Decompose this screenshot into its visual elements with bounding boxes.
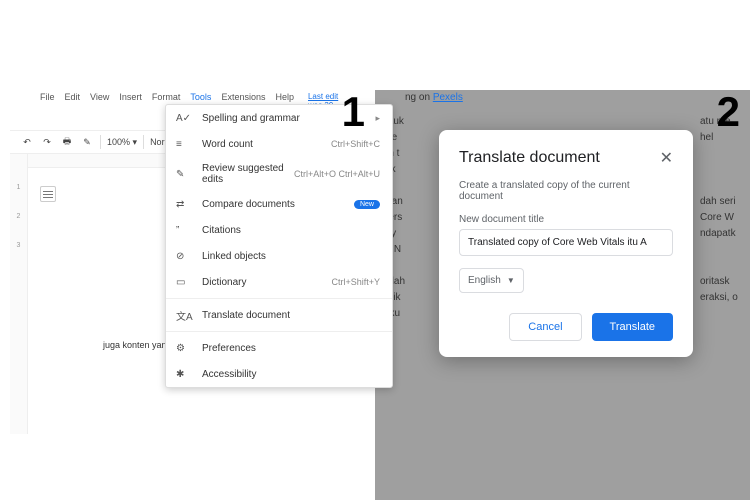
preferences-icon: ⚙	[176, 341, 194, 355]
cancel-button[interactable]: Cancel	[509, 313, 581, 341]
dialog-subtitle: Create a translated copy of the current …	[459, 180, 673, 202]
language-select[interactable]: English ▼	[459, 268, 524, 293]
redo-icon[interactable]: ↷	[40, 135, 54, 149]
shortcut-text: Ctrl+Shift+Y	[331, 277, 380, 287]
input-label: New document title	[459, 214, 673, 225]
pexels-link[interactable]: Pexels	[433, 92, 463, 103]
menu-review-edits[interactable]: ✎ Review suggested edits Ctrl+Alt+O Ctrl…	[166, 157, 392, 191]
chevron-right-icon: ▸	[375, 113, 380, 124]
menu-item-label: Linked objects	[202, 251, 380, 262]
menu-item-label: Preferences	[202, 343, 380, 354]
spellcheck-icon: A✓	[176, 111, 194, 125]
panel-number-2: 2	[717, 88, 740, 136]
menu-item-label: Review suggested edits	[202, 163, 294, 185]
menu-separator	[166, 298, 392, 299]
ruler-tick: 3	[10, 242, 27, 249]
menu-item-label: Accessibility	[202, 369, 380, 380]
ruler-tick: 1	[10, 184, 27, 191]
menu-citations[interactable]: ” Citations	[166, 217, 392, 243]
menu-preferences[interactable]: ⚙ Preferences	[166, 335, 392, 361]
shortcut-text: Ctrl+Shift+C	[331, 139, 380, 149]
menu-item-label: Citations	[202, 225, 380, 236]
toolbar-separator	[143, 135, 144, 149]
docs-app: File Edit View Insert Format Tools Exten…	[10, 90, 375, 500]
dimmed-background: ng on Pexels elakukterseaian tdilak enga…	[375, 90, 750, 500]
chevron-down-icon: ▼	[507, 276, 515, 285]
print-icon[interactable]: 🖶	[60, 135, 74, 149]
zoom-select[interactable]: 100% ▾	[107, 137, 137, 148]
menu-compare-docs[interactable]: ⇄ Compare documents New	[166, 191, 392, 217]
menu-insert[interactable]: Insert	[119, 92, 142, 128]
toolbar-separator	[100, 135, 101, 149]
review-icon: ✎	[176, 167, 194, 181]
new-badge: New	[354, 200, 380, 209]
panel-number-1: 1	[342, 88, 365, 136]
paint-format-icon[interactable]: ✎	[80, 135, 94, 149]
linked-objects-icon: ⊘	[176, 249, 194, 263]
accessibility-icon: ✱	[176, 367, 194, 381]
menu-linked-objects[interactable]: ⊘ Linked objects	[166, 243, 392, 269]
menu-item-label: Dictionary	[202, 277, 331, 288]
vertical-ruler: 1 2 3	[10, 154, 28, 434]
menu-item-label: Compare documents	[202, 199, 354, 210]
undo-icon[interactable]: ↶	[20, 135, 34, 149]
dialog-title: Translate document	[459, 149, 600, 167]
translate-dialog: Translate document ✕ Create a translated…	[439, 130, 693, 357]
menu-accessibility[interactable]: ✱ Accessibility	[166, 361, 392, 387]
bg-right-text: atu mehel dah seriCore Wndapatk oritaske…	[700, 114, 750, 306]
menu-translate-document[interactable]: 文A Translate document	[166, 302, 392, 328]
compare-icon: ⇄	[176, 197, 194, 211]
menu-item-label: Translate document	[202, 310, 380, 321]
bg-header-text: ng on Pexels	[405, 90, 463, 106]
outline-icon[interactable]	[40, 186, 56, 202]
translate-button[interactable]: Translate	[592, 313, 673, 341]
menu-file[interactable]: File	[40, 92, 55, 128]
menu-separator	[166, 331, 392, 332]
document-title-input[interactable]	[459, 229, 673, 256]
translate-icon: 文A	[176, 308, 194, 322]
menu-item-label: Word count	[202, 139, 331, 150]
menu-edit[interactable]: Edit	[65, 92, 81, 128]
menu-view[interactable]: View	[90, 92, 109, 128]
dictionary-icon: ▭	[176, 275, 194, 289]
selected-language: English	[468, 275, 501, 286]
tools-dropdown: A✓ Spelling and grammar ▸ ≡ Word count C…	[165, 104, 393, 388]
close-icon[interactable]: ✕	[660, 148, 673, 168]
ruler-tick: 2	[10, 213, 27, 220]
shortcut-text: Ctrl+Alt+O Ctrl+Alt+U	[294, 169, 380, 179]
word-count-icon: ≡	[176, 137, 194, 151]
menu-dictionary[interactable]: ▭ Dictionary Ctrl+Shift+Y	[166, 269, 392, 295]
citations-icon: ”	[176, 223, 194, 237]
